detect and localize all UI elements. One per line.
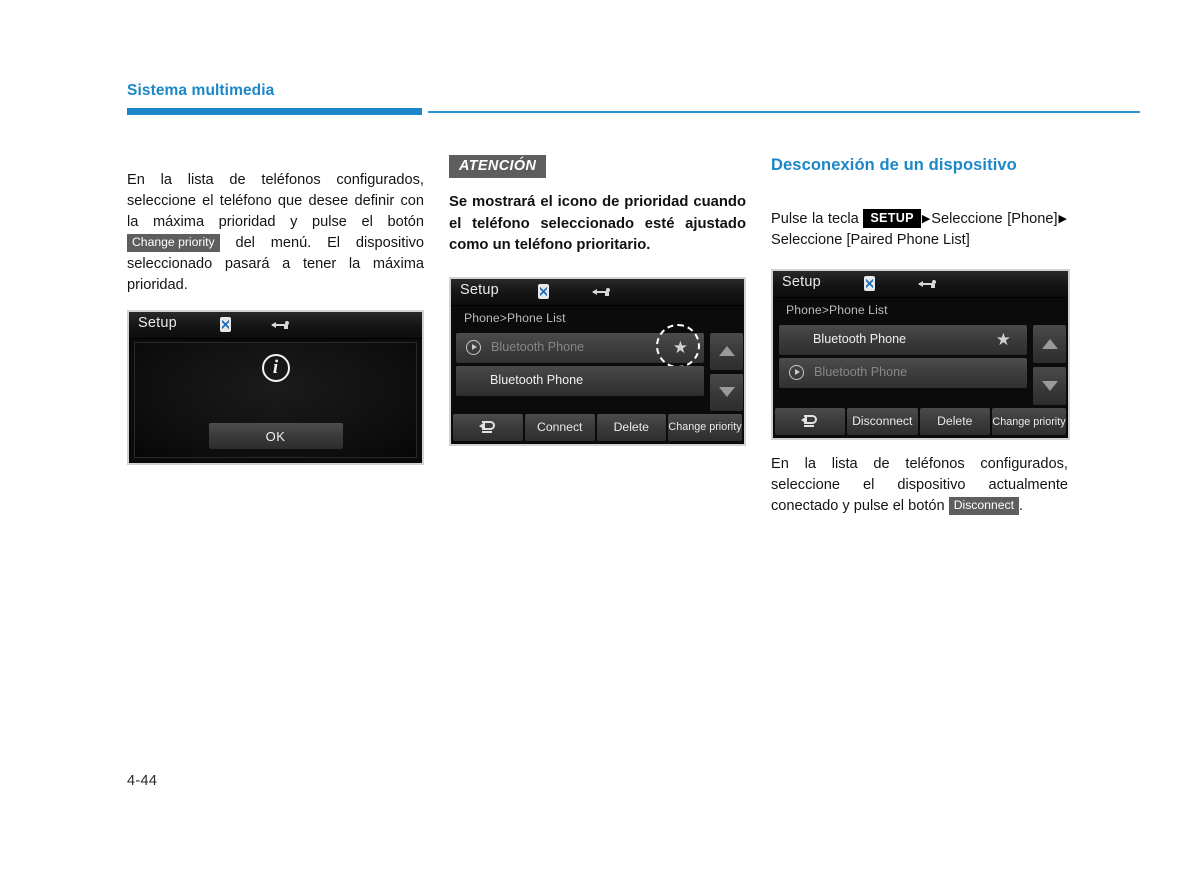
page-title: Sistema multimedia <box>127 82 275 99</box>
scroll-up-button[interactable] <box>1033 325 1066 363</box>
phone-list-screenshot-connect: Setup Phone>Phone List Bluetooth Phone ★… <box>449 276 746 446</box>
section-heading: Desconexión de un dispositivo <box>771 156 1017 174</box>
change-priority-badge: Change priority <box>127 233 220 252</box>
device-topbar: Setup <box>773 271 1068 298</box>
middle-column: ATENCIÓN Se mostrará el icono de priorid… <box>449 155 746 446</box>
setup-key-badge: SETUP <box>863 209 921 228</box>
right-instruction: Pulse la tecla SETUP ▶Seleccione [Phone]▶… <box>771 209 1068 251</box>
phone-list-row-1-label: Bluetooth Phone <box>813 332 907 346</box>
instruction-part2: Seleccione [Phone] <box>931 211 1058 227</box>
ok-button[interactable]: OK <box>208 423 343 450</box>
change-priority-button[interactable]: Change priority <box>992 408 1066 435</box>
change-priority-button[interactable]: Change priority <box>668 413 742 441</box>
phone-list-row-2-label: Bluetooth Phone <box>490 372 584 387</box>
usb-icon <box>271 321 289 330</box>
back-arrow-icon <box>801 415 819 428</box>
instruction-part3: Seleccione [Paired Phone List] <box>771 232 970 248</box>
page-number: 4-44 <box>127 773 158 789</box>
phone-list-body: Bluetooth Phone ★ Bluetooth Phone <box>773 323 1068 405</box>
device-topbar: Setup <box>451 278 744 306</box>
back-button[interactable] <box>775 408 845 435</box>
usb-icon <box>592 287 610 296</box>
right-paragraph-part1: En la lista de teléfonos configurados, s… <box>771 456 1068 514</box>
phone-list-footer: Connect Delete Change priority <box>451 413 744 444</box>
scroll-up-icon <box>1041 339 1058 349</box>
instruction-part1: Pulse la tecla <box>771 211 859 227</box>
priority-star-icon: ★ <box>995 330 1011 349</box>
priority-changed-dialog-screenshot: Setup i Priority changed OK <box>127 310 424 466</box>
bluetooth-icon <box>538 283 549 299</box>
device-title: Setup <box>782 274 821 290</box>
device-title: Setup <box>460 281 499 298</box>
notice-body: Se mostrará el icono de prioridad cuando… <box>449 194 746 253</box>
phone-list-body: Bluetooth Phone ★ Bluetooth Phone <box>451 323 744 411</box>
back-arrow-icon <box>479 420 497 434</box>
header-rule-thick <box>127 108 422 115</box>
delete-button[interactable]: Delete <box>919 408 990 435</box>
scroll-up-icon <box>718 346 735 356</box>
play-icon <box>789 365 804 380</box>
arrow-icon-2: ▶ <box>1058 213 1067 225</box>
header-rule-thin <box>428 111 1140 113</box>
scroll-down-icon <box>718 387 735 397</box>
left-column: En la lista de teléfonos configurados, s… <box>127 155 424 466</box>
info-icon: i <box>261 354 290 383</box>
breadcrumb: Phone>Phone List <box>464 310 566 325</box>
star-highlight-circle <box>656 323 700 368</box>
device-topbar: Setup <box>129 312 422 340</box>
dialog-panel: i Priority changed OK <box>134 342 417 459</box>
phone-list-footer: Disconnect Delete Change priority <box>773 408 1068 438</box>
phone-list-row-1[interactable]: Bluetooth Phone ★ <box>779 325 1027 355</box>
phone-list-screenshot-disconnect: Setup Phone>Phone List Bluetooth Phone ★… <box>771 269 1070 440</box>
bluetooth-icon <box>864 276 875 291</box>
play-icon <box>466 339 481 355</box>
arrow-icon-1: ▶ <box>921 213 931 225</box>
scroll-down-button[interactable] <box>1033 367 1066 405</box>
phone-list-row-2-label: Bluetooth Phone <box>814 365 908 379</box>
scroll-down-button[interactable] <box>710 373 743 411</box>
disconnect-badge: Disconnect <box>948 497 1019 515</box>
delete-button[interactable]: Delete <box>596 413 666 441</box>
notice-block: ATENCIÓN Se mostrará el icono de priorid… <box>449 155 746 257</box>
bluetooth-icon <box>220 317 231 333</box>
phone-list-row-1-label: Bluetooth Phone <box>491 339 585 354</box>
right-paragraph: En la lista de teléfonos configurados, s… <box>771 454 1068 517</box>
phone-list-row-1[interactable]: Bluetooth Phone ★ <box>456 323 704 368</box>
phone-list-row-2[interactable]: Bluetooth Phone <box>456 365 704 396</box>
connect-button[interactable]: Connect <box>525 413 595 441</box>
notice-label: ATENCIÓN <box>449 155 547 178</box>
right-paragraph-part2: . <box>1019 498 1024 514</box>
scroll-down-icon <box>1041 381 1058 391</box>
disconnect-button[interactable]: Disconnect <box>847 408 918 435</box>
left-paragraph-part1: En la lista de teléfonos configurados, s… <box>127 171 424 230</box>
scroll-up-button[interactable] <box>710 332 743 370</box>
phone-list-row-2[interactable]: Bluetooth Phone <box>779 358 1027 388</box>
right-column: Desconexión de un dispositivo Pulse la t… <box>771 155 1070 532</box>
usb-icon <box>918 280 936 288</box>
page-header: Sistema multimedia <box>127 82 1140 118</box>
back-button[interactable] <box>453 413 523 441</box>
breadcrumb: Phone>Phone List <box>786 303 888 317</box>
left-paragraph: En la lista de teléfonos configurados, s… <box>127 170 424 296</box>
device-title: Setup <box>138 315 177 332</box>
